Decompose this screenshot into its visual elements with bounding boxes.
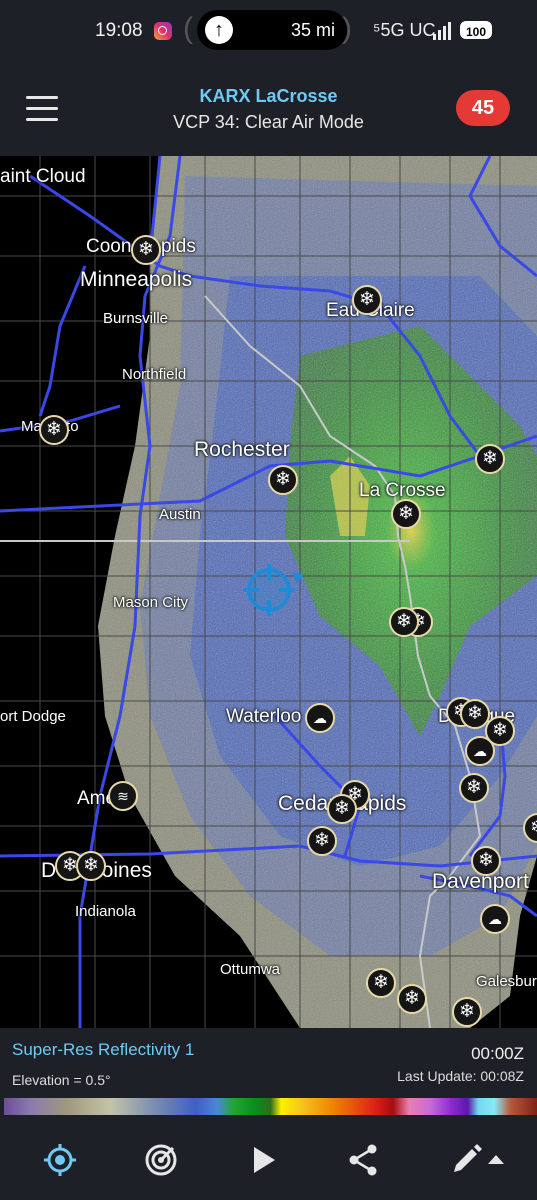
city-label: Waterloo	[226, 706, 302, 727]
wind-snow-icon[interactable]: ≋	[108, 781, 138, 811]
share-icon[interactable]	[345, 1142, 381, 1178]
city-label: aint Cloud	[0, 166, 86, 187]
network-type: ⁵5G UC	[373, 20, 436, 40]
product-legend: Super-Res Reflectivity 1 Elevation = 0.5…	[0, 1028, 537, 1118]
snow-icon[interactable]: ❄	[307, 826, 337, 856]
alerts-badge[interactable]: 45	[456, 90, 510, 126]
snow-icon[interactable]: ❄	[39, 415, 69, 445]
snow-icon[interactable]: ❄	[459, 773, 489, 803]
location-target-icon[interactable]	[42, 1142, 78, 1178]
snow-icon[interactable]: ❄	[352, 285, 382, 315]
navigation-chip[interactable]: ↑ 35 mi	[197, 10, 347, 50]
city-label: Ottumwa	[220, 961, 281, 978]
snow-icon[interactable]: ❄	[327, 794, 357, 824]
scan-time: 00:00Z	[471, 1044, 524, 1063]
snow-icon[interactable]: ❄	[471, 846, 501, 876]
city-label: Rochester	[194, 438, 290, 461]
snow-icon[interactable]: ❄	[391, 499, 421, 529]
signal-icon	[433, 22, 451, 40]
snow-cloud-icon[interactable]: ☁	[305, 703, 335, 733]
status-time: 19:08	[95, 20, 143, 41]
cloud-rain-icon[interactable]: ☁	[480, 904, 510, 934]
city-label: Burnsville	[103, 310, 169, 327]
nav-distance: 35 mi	[290, 20, 335, 40]
snow-icon[interactable]: ❄	[76, 851, 106, 881]
city-label: Galesburg	[476, 973, 537, 990]
bottom-toolbar	[0, 1118, 537, 1200]
vcp-mode: VCP 34: Clear Air Mode	[173, 112, 364, 132]
snow-icon[interactable]: ❄	[389, 607, 419, 637]
pencil-icon[interactable]	[448, 1142, 508, 1178]
reflectivity-color-bar	[4, 1098, 537, 1115]
nav-chip-left-bracket: (	[183, 12, 193, 45]
nav-arrow-icon: ↑	[205, 16, 233, 44]
city-label: Austin	[159, 506, 201, 523]
city-label: ort Dodge	[0, 708, 66, 725]
play-icon[interactable]	[245, 1142, 281, 1178]
snow-icon[interactable]: ❄	[452, 997, 482, 1027]
city-label: Mason City	[113, 594, 189, 611]
snow-icon[interactable]: ❄	[485, 716, 515, 746]
nav-chip-right-bracket: )	[342, 12, 352, 45]
snow-icon[interactable]: ❄	[131, 235, 161, 265]
radar-icon[interactable]	[143, 1142, 179, 1178]
snow-icon[interactable]: ❄	[397, 984, 427, 1014]
product-name[interactable]: Super-Res Reflectivity 1	[12, 1040, 194, 1060]
instagram-notification-icon	[154, 22, 172, 40]
app-header: KARX LaCrosse VCP 34: Clear Air Mode 45	[0, 62, 537, 156]
city-label: Northfield	[122, 366, 187, 383]
status-bar: 19:08 ( ↑ 35 mi ) ⁵5G UC 100	[0, 0, 537, 62]
last-update: Last Update: 00:08Z	[397, 1068, 524, 1084]
snow-icon[interactable]: ❄	[366, 968, 396, 998]
radar-map[interactable]: aint Cloud Coon Rapids Minneapolis Burns…	[0, 156, 537, 1028]
snow-icon[interactable]: ❄	[475, 444, 505, 474]
battery-icon: 100	[460, 21, 492, 39]
city-label: Indianola	[75, 903, 136, 920]
city-label: Minneapolis	[80, 268, 193, 291]
elevation-label: Elevation = 0.5°	[12, 1072, 111, 1088]
snow-icon[interactable]: ❄	[268, 465, 298, 495]
